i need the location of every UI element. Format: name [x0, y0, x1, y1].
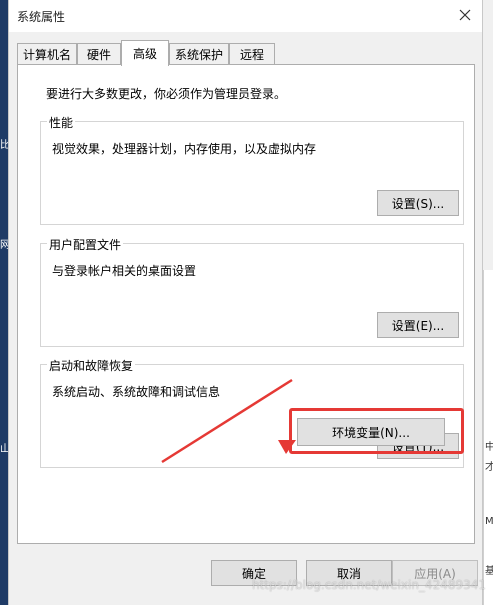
user-profiles-desc: 与登录帐户相关的桌面设置	[52, 264, 197, 278]
tab-hardware[interactable]: 硬件	[77, 43, 121, 65]
desktop-left-edge: 比 网 山	[0, 0, 8, 605]
startup-recovery-desc: 系统启动、系统故障和调试信息	[52, 385, 221, 399]
arrow-icon	[161, 378, 296, 464]
system-properties-dialog: 系统属性 计算机名 硬件 高级 系统保护 远程 要进行大多数更改，你必须作为管理…	[8, 0, 483, 605]
tab-system-protection[interactable]: 系统保护	[169, 43, 229, 65]
tab-remote[interactable]: 远程	[229, 43, 275, 65]
desktop-right-edge: 中 才 M 基	[483, 270, 493, 605]
performance-title: 性能	[47, 114, 76, 131]
title-bar[interactable]: 系统属性	[9, 0, 482, 32]
admin-notice: 要进行大多数更改，你必须作为管理员登录。	[46, 87, 287, 101]
tab-advanced[interactable]: 高级	[121, 40, 169, 66]
window-title: 系统属性	[17, 10, 66, 24]
desktop-glyph: 才	[485, 462, 493, 473]
desktop-glyph: 中	[485, 442, 493, 453]
environment-variables-button[interactable]: 环境变量(N)...	[297, 418, 445, 446]
desktop-glyph: 比	[0, 140, 8, 151]
performance-desc: 视觉效果，处理器计划，内存使用，以及虚拟内存	[52, 142, 317, 156]
desktop-glyph: 山	[0, 444, 8, 455]
advanced-tab-panel: 要进行大多数更改，你必须作为管理员登录。 性能 视觉效果，处理器计划，内存使用，…	[17, 64, 475, 544]
user-profiles-group: 用户配置文件 与登录帐户相关的桌面设置 设置(E)...	[40, 236, 464, 347]
startup-recovery-title: 启动和故障恢复	[47, 357, 136, 374]
close-button[interactable]	[448, 0, 482, 30]
user-profiles-title: 用户配置文件	[47, 236, 124, 253]
user-profiles-settings-button[interactable]: 设置(E)...	[377, 312, 459, 338]
tab-computer-name[interactable]: 计算机名	[17, 43, 77, 65]
performance-settings-button[interactable]: 设置(S)...	[377, 190, 459, 216]
watermark: https://blog.csdn.net/weixin_42489341	[252, 578, 487, 592]
desktop-glyph: 基	[485, 566, 493, 577]
desktop-glyph: M	[485, 516, 493, 527]
close-icon	[459, 9, 471, 21]
desktop-glyph: 网	[0, 240, 8, 251]
performance-group: 性能 视觉效果，处理器计划，内存使用，以及虚拟内存 设置(S)...	[40, 114, 464, 225]
